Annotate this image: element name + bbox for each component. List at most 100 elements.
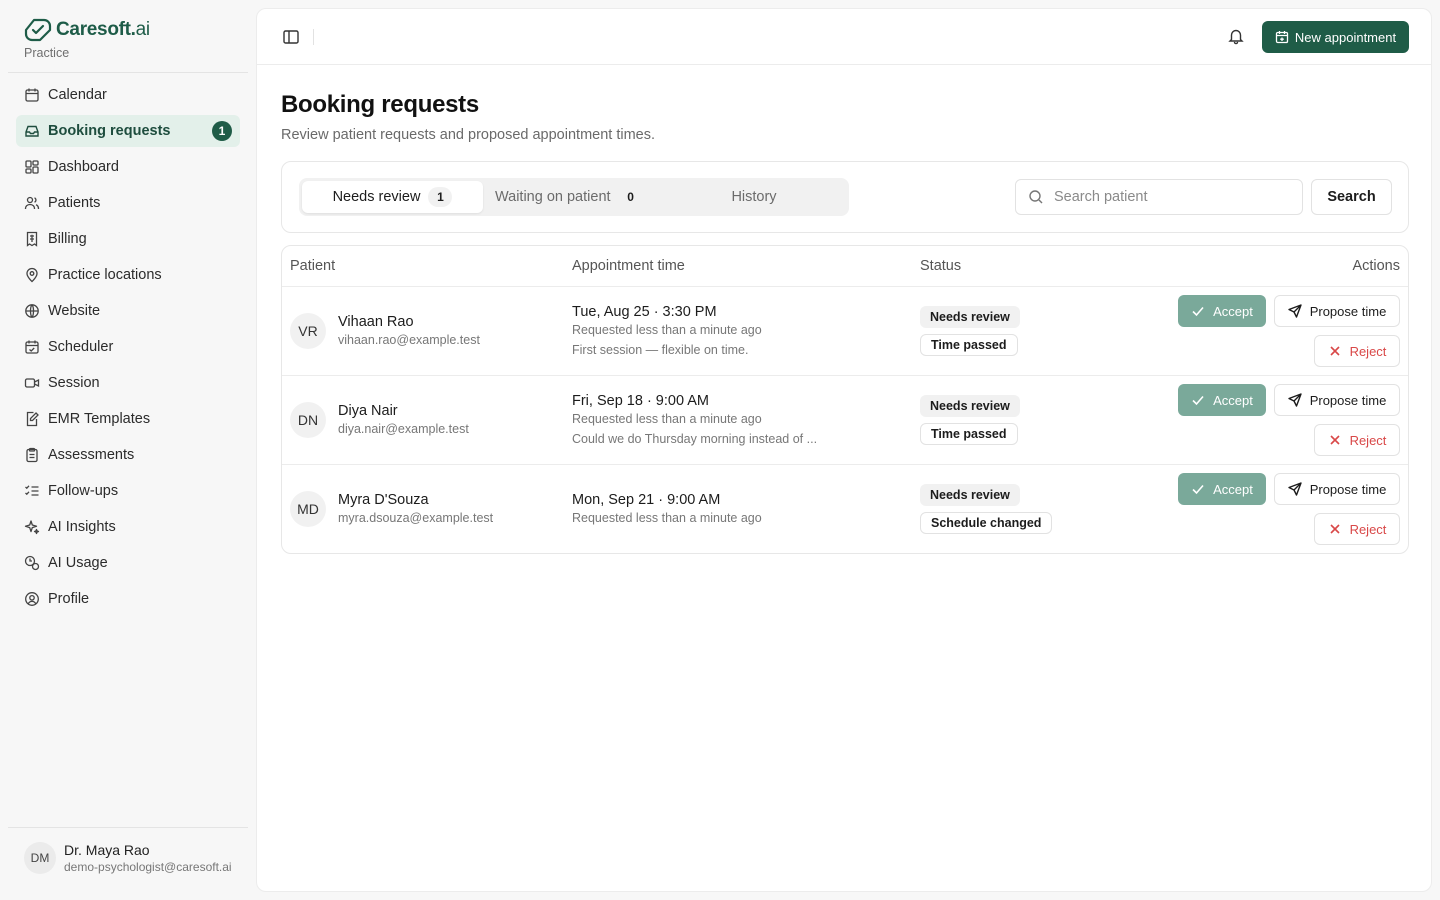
appointment-time: Tue, Aug 25 · 3:30 PM: [572, 304, 717, 320]
booking-requests-table: Patient Appointment time Status Actions …: [281, 245, 1409, 554]
sidebar-item-scheduler[interactable]: Scheduler: [16, 331, 240, 363]
propose-time-button[interactable]: Propose time: [1274, 295, 1400, 327]
video-icon: [24, 375, 40, 391]
patient-name: Diya Nair: [338, 403, 398, 419]
sidebar-item-label: Profile: [48, 591, 90, 607]
send-icon: [1288, 482, 1302, 496]
send-icon: [1288, 393, 1302, 407]
sidebar-item-label: Booking requests: [48, 123, 171, 139]
tab-label: Waiting on patient: [495, 189, 611, 205]
close-icon: [1329, 524, 1340, 534]
sidebar-item-patients[interactable]: Patients: [16, 187, 240, 219]
patient-note: First session — flexible on time.: [572, 343, 749, 357]
search-icon: [1029, 190, 1043, 204]
patient-name: Myra D'Souza: [338, 492, 429, 508]
sidebar-item-profile[interactable]: Profile: [16, 583, 240, 615]
sparkles-icon: [24, 519, 40, 535]
new-appointment-button[interactable]: New appointment: [1262, 21, 1409, 53]
reject-button[interactable]: Reject: [1314, 513, 1400, 545]
page-subtitle: Review patient requests and proposed app…: [281, 127, 655, 143]
patient-email: diya.nair@example.test: [338, 422, 469, 436]
accept-button[interactable]: Accept: [1178, 384, 1266, 416]
booking-requests-count-badge: 1: [212, 121, 232, 141]
sidebar-item-label: Assessments: [48, 447, 135, 463]
bell-icon[interactable]: [1227, 27, 1245, 45]
sidebar: Caresoft.ai Practice Calendar Booking re…: [0, 0, 256, 900]
sidebar-toggle-icon[interactable]: [281, 27, 301, 47]
accept-label: Accept: [1213, 392, 1253, 408]
sidebar-nav: Calendar Booking requests 1 Dashboard Pa…: [16, 79, 240, 619]
sidebar-item-website[interactable]: Website: [16, 295, 240, 327]
sidebar-item-session[interactable]: Session: [16, 367, 240, 399]
appointment-time: Mon, Sep 21 · 9:00 AM: [572, 492, 721, 508]
search-field[interactable]: [1015, 179, 1303, 215]
user-email: demo-psychologist@caresoft.ai: [64, 860, 232, 874]
tab-waiting-on-patient[interactable]: Waiting on patient 0: [495, 181, 665, 213]
sidebar-item-ai-usage[interactable]: AI Usage: [16, 547, 240, 579]
new-appointment-label: New appointment: [1294, 29, 1397, 45]
users-icon: [24, 195, 40, 211]
accept-label: Accept: [1213, 481, 1253, 497]
clipboard-icon: [24, 447, 40, 463]
sidebar-item-billing[interactable]: Billing: [16, 223, 240, 255]
patient-name: Vihaan Rao: [338, 314, 414, 330]
page-title: Booking requests: [281, 91, 479, 118]
brand-subtitle: Practice: [24, 46, 70, 60]
sidebar-divider: [8, 827, 248, 828]
accept-label: Accept: [1213, 303, 1253, 319]
search-input[interactable]: [1054, 189, 1284, 205]
list-checks-icon: [24, 483, 40, 499]
sidebar-item-label: EMR Templates: [48, 411, 151, 427]
accept-button[interactable]: Accept: [1178, 473, 1266, 505]
brand: Caresoft.ai Practice: [24, 18, 150, 60]
status-badge-secondary: Time passed: [920, 334, 1018, 356]
tab-label: Needs review: [332, 189, 421, 205]
requested-time: Requested less than a minute ago: [572, 323, 762, 337]
calendar-icon: [24, 87, 40, 103]
patient-note: Could we do Thursday morning instead of …: [572, 432, 818, 446]
brand-name: Caresoft.ai: [56, 19, 150, 40]
patient-email: myra.dsouza@example.test: [338, 511, 494, 525]
sidebar-item-label: AI Insights: [48, 519, 116, 535]
requested-time: Requested less than a minute ago: [572, 412, 762, 426]
sidebar-item-label: Calendar: [48, 87, 107, 103]
sidebar-item-booking-requests[interactable]: Booking requests 1: [16, 115, 240, 147]
table-row: MD Myra D'Souza myra.dsouza@example.test…: [282, 465, 1408, 553]
sidebar-item-ai-insights[interactable]: AI Insights: [16, 511, 240, 543]
status-badge-secondary: Time passed: [920, 423, 1018, 445]
status-badge: Needs review: [920, 484, 1020, 506]
tab-label: History: [731, 189, 777, 205]
caresoft-logo-icon: [24, 18, 52, 42]
propose-time-label: Propose time: [1309, 481, 1387, 497]
close-icon: [1329, 435, 1340, 445]
reject-button[interactable]: Reject: [1314, 335, 1400, 367]
reject-button[interactable]: Reject: [1314, 424, 1400, 456]
avatar: DM: [24, 842, 56, 874]
accept-button[interactable]: Accept: [1178, 295, 1266, 327]
sidebar-item-assessments[interactable]: Assessments: [16, 439, 240, 471]
search-button[interactable]: Search: [1311, 179, 1392, 215]
send-icon: [1288, 304, 1302, 318]
column-header-appointment-time: Appointment time: [572, 258, 685, 274]
dashboard-icon: [24, 159, 40, 175]
file-edit-icon: [24, 411, 40, 427]
sidebar-item-follow-ups[interactable]: Follow-ups: [16, 475, 240, 507]
reject-label: Reject: [1349, 432, 1387, 448]
sidebar-item-label: Follow-ups: [48, 483, 119, 499]
avatar: MD: [290, 491, 326, 527]
user-menu[interactable]: DM Dr. Maya Rao demo-psychologist@careso…: [24, 842, 234, 874]
table-header: Patient Appointment time Status Actions: [282, 246, 1408, 287]
avatar: VR: [290, 313, 326, 349]
status-badge-secondary: Schedule changed: [920, 512, 1053, 534]
tab-history[interactable]: History: [674, 181, 834, 213]
requested-time: Requested less than a minute ago: [572, 511, 762, 525]
sidebar-item-dashboard[interactable]: Dashboard: [16, 151, 240, 183]
propose-time-button[interactable]: Propose time: [1274, 473, 1400, 505]
sidebar-item-emr-templates[interactable]: EMR Templates: [16, 403, 240, 435]
sidebar-item-practice-locations[interactable]: Practice locations: [16, 259, 240, 291]
sidebar-item-calendar[interactable]: Calendar: [16, 79, 240, 111]
sidebar-item-label: AI Usage: [48, 555, 108, 571]
tab-needs-review[interactable]: Needs review 1: [302, 181, 483, 213]
avatar: DN: [290, 402, 326, 438]
propose-time-button[interactable]: Propose time: [1274, 384, 1400, 416]
